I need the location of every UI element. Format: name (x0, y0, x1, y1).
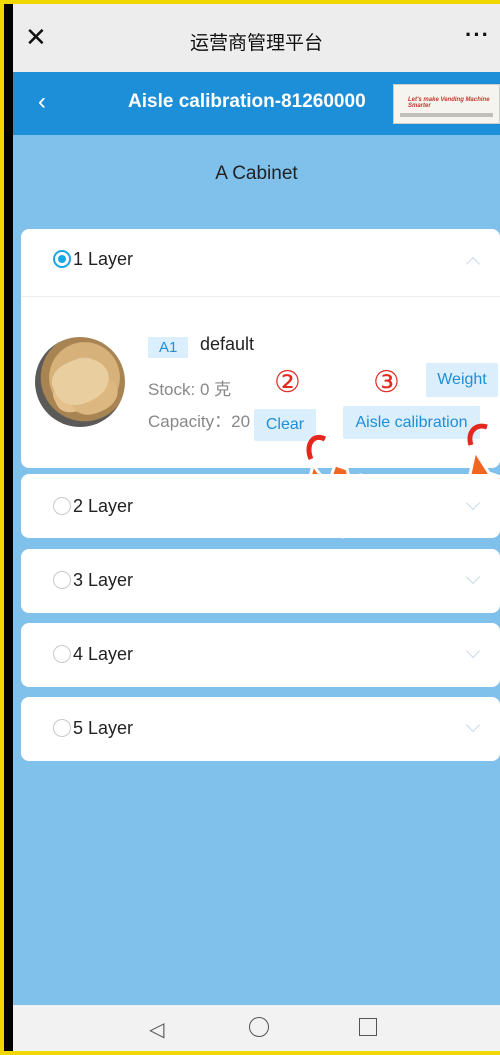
layer-panel-4: 4 Layer (21, 623, 500, 687)
layer-radio-1[interactable] (53, 250, 71, 268)
layer-label-4: 4 Layer (73, 644, 134, 664)
product-card: A1 default Stock: 0 克 Capacity：20 ② ③ We… (21, 296, 500, 539)
layer-row-5[interactable]: 5 Layer (21, 697, 500, 761)
capacity-text: Capacity：20 (148, 412, 251, 431)
layer-label-3: 3 Layer (73, 570, 134, 590)
home-circle-icon[interactable] (249, 1017, 269, 1037)
thumbnail-bar (400, 113, 493, 117)
product-name: default (200, 334, 255, 354)
main-content: A Cabinet 1 Layer A1 default Stock: 0 克 … (13, 135, 500, 1005)
layer-row-2[interactable]: 2 Layer (21, 474, 500, 538)
back-icon[interactable]: ‹ (38, 88, 46, 116)
app-title: 运营商管理平台 (189, 33, 323, 54)
more-icon[interactable]: ··· (465, 22, 490, 48)
layer-panel-3: 3 Layer (21, 549, 500, 613)
layer-radio-4[interactable] (53, 645, 71, 663)
phone-screen: ✕ 运营商管理平台 ··· ‹ Aisle calibration-812600… (13, 4, 500, 1051)
chevron-down-icon[interactable] (465, 643, 481, 659)
layer-row-4[interactable]: 4 Layer (21, 623, 500, 687)
page-title: Aisle calibration-81260000 (128, 91, 366, 112)
chevron-down-icon[interactable] (465, 717, 481, 733)
layer-label-1: 1 Layer (73, 249, 134, 269)
aisle-tag: A1 (148, 337, 189, 358)
layer-row-3[interactable]: 3 Layer (21, 549, 500, 613)
product-image (35, 337, 125, 427)
cabinet-title: A Cabinet (215, 163, 298, 184)
layer-label-5: 5 Layer (73, 718, 134, 738)
layer-label-2: 2 Layer (73, 496, 134, 516)
nav-back-icon[interactable]: ◁ (149, 1017, 164, 1042)
layer-panel-1: 1 Layer A1 default Stock: 0 克 Capacity：2… (21, 229, 500, 539)
chevron-up-icon[interactable] (465, 256, 481, 272)
step-marker-2: ② (274, 365, 301, 400)
chevron-down-icon[interactable] (465, 495, 481, 511)
layer-row-1[interactable]: 1 Layer (21, 229, 500, 293)
layer-radio-3[interactable] (53, 571, 71, 589)
layer-panel-2: 2 Layer (21, 474, 500, 538)
step-marker-3: ③ (373, 365, 400, 400)
layer-radio-2[interactable] (53, 497, 71, 515)
layer-panel-5: 5 Layer (21, 697, 500, 761)
weight-button[interactable]: Weight (426, 363, 498, 397)
recent-square-icon[interactable] (359, 1018, 377, 1036)
layer-radio-5[interactable] (53, 719, 71, 737)
video-thumbnail: Let's make Vending Machine Smarter (393, 84, 500, 124)
thumbnail-text: Let's make Vending Machine Smarter (408, 97, 490, 109)
system-nav-bar: ◁ (13, 1005, 500, 1051)
page-header: ‹ Aisle calibration-81260000 Let's make … (13, 72, 500, 135)
chevron-down-icon[interactable] (465, 569, 481, 585)
wechat-top-bar: ✕ 运营商管理平台 ··· (13, 4, 500, 72)
stock-text: Stock: 0 克 (148, 380, 232, 399)
